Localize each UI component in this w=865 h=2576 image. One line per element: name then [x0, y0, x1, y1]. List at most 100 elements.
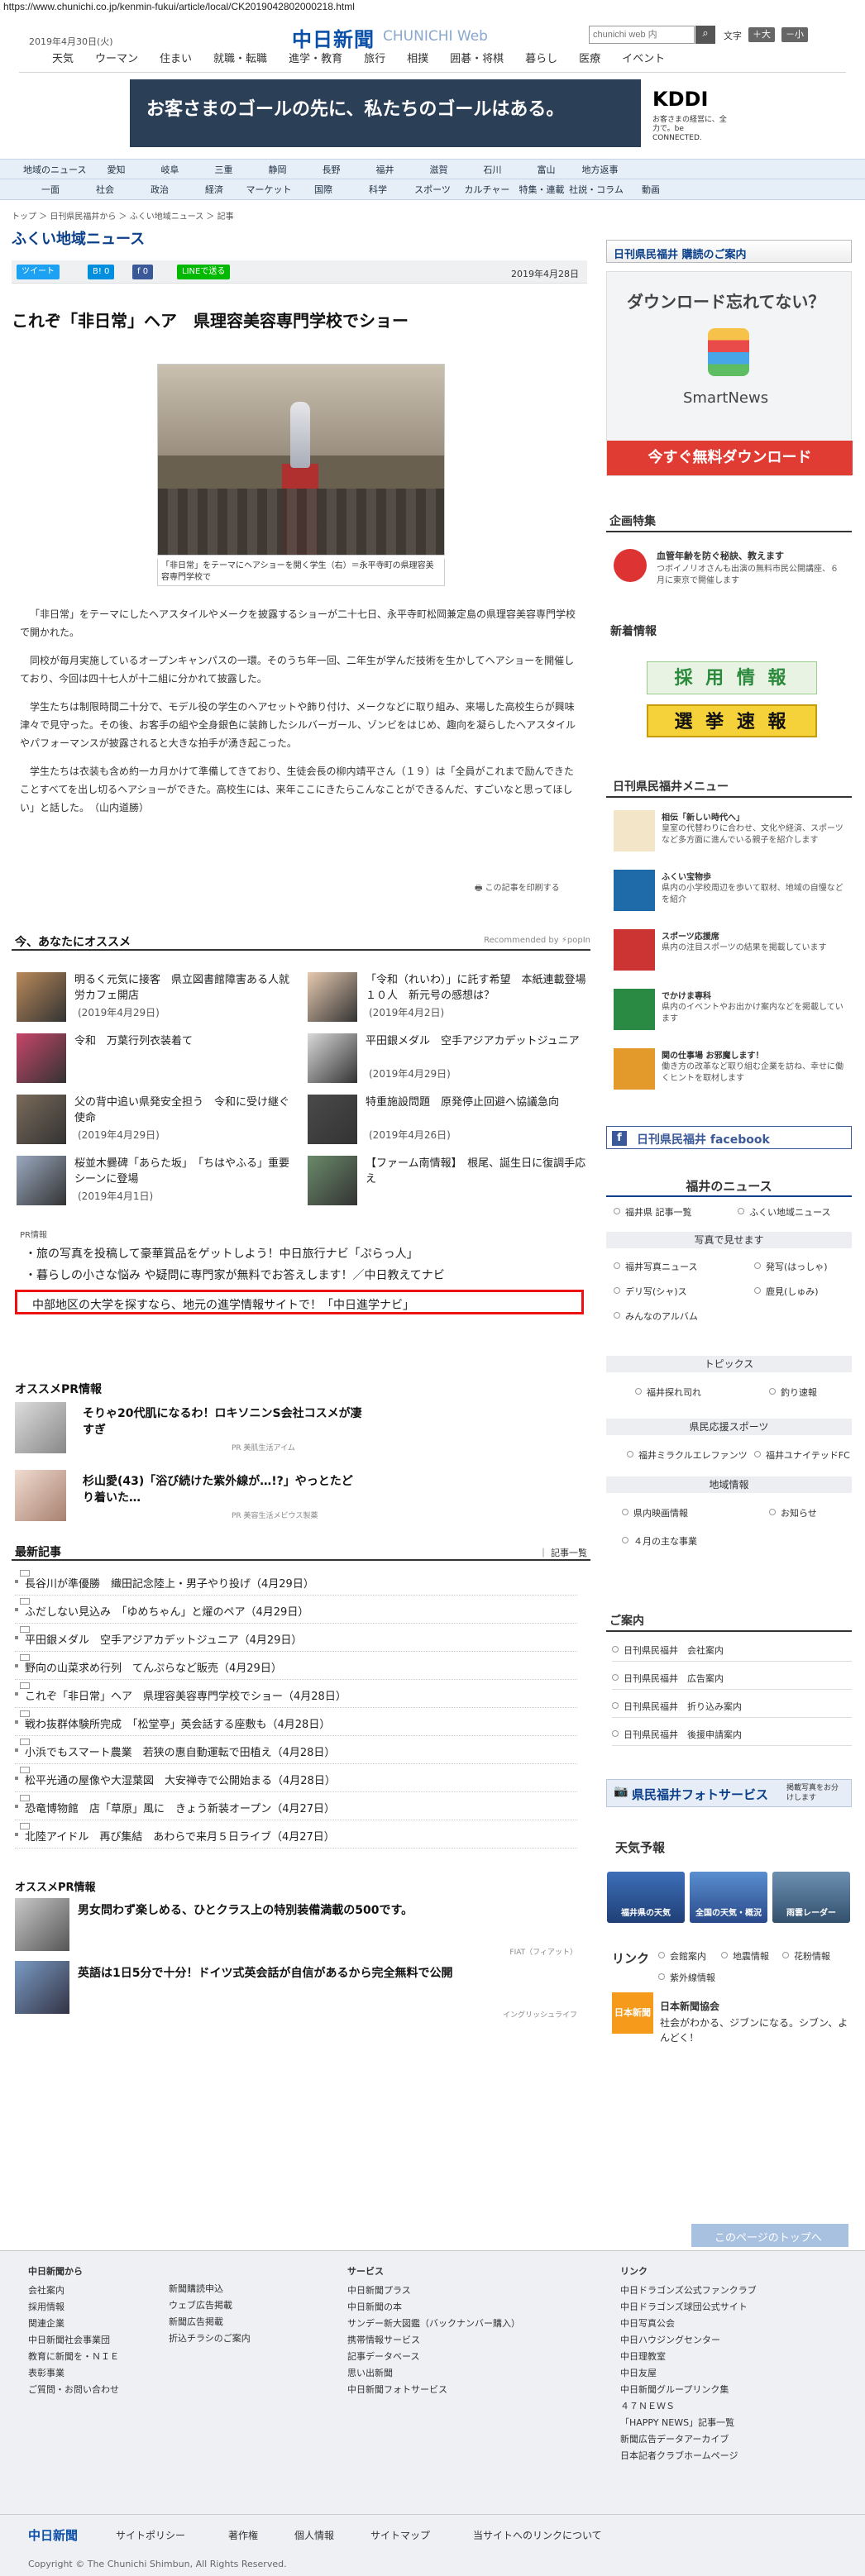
- smartnews-ad[interactable]: ダウンロード忘れてない？ SmartNews 今すぐ無料ダウンロード: [606, 271, 853, 476]
- footer-link[interactable]: 「HAPPY NEWS」記事一覧: [620, 2415, 757, 2431]
- article-list-link[interactable]: ｜ 記事一覧: [539, 1546, 588, 1559]
- menu-item[interactable]: 相伝「新しい時代へ」 皇室の代替わりに合わせ、文化や経済、スポーツなど多方面に進ん…: [614, 810, 849, 860]
- footer-link[interactable]: サンデー新大図鑑（バックナンバー購入）: [347, 2316, 520, 2332]
- site-policy-link[interactable]: サイトポリシー: [116, 2528, 185, 2542]
- info-link[interactable]: 紫外線情報: [658, 1971, 715, 1984]
- top-nav-item[interactable]: ウーマン: [95, 51, 138, 72]
- menu-item[interactable]: スポーツ応援席 県内の注目スポーツの結果を掲載しています: [614, 929, 849, 979]
- category-nav-item[interactable]: 科学: [351, 183, 405, 196]
- local-link[interactable]: ４月の主な事業: [622, 1534, 697, 1548]
- print-link[interactable]: 🖶 この記事を印刷する: [475, 880, 560, 896]
- topics-link[interactable]: 福井探れ司れ: [635, 1386, 701, 1399]
- pr-ad-item[interactable]: 男女問わず楽しめる、ひとクラス上の特別装備満載の500です。 FIAT（フィアッ…: [15, 1898, 585, 1957]
- region-nav-item[interactable]: 福井: [358, 163, 412, 176]
- tweet-button[interactable]: ツイート: [17, 265, 60, 279]
- latest-item[interactable]: 北陸アイドル 再び集結 あわらで来月５日ライブ（4月27日）: [15, 1820, 577, 1849]
- sports-link[interactable]: 福井ミラクルエレファンツ: [627, 1448, 748, 1462]
- national-weather-button[interactable]: 全国の天気・概況: [690, 1872, 767, 1923]
- pressnet-link[interactable]: 日本新聞 日本新聞協会 社会がわかる、ジブンになる。シブン、よんどく！: [612, 1992, 852, 2050]
- menu-item[interactable]: 関の仕事場 お邪魔します！ 働き方の改革など取り組む企業を訪ね、幸せに働くヒントを…: [614, 1048, 849, 1098]
- footer-link[interactable]: 採用情報: [28, 2299, 119, 2316]
- recommend-item[interactable]: 【ファーム南情報】 根尾、誕生日に復調手応え: [308, 1156, 589, 1210]
- footer-link[interactable]: 記事データベース: [347, 2349, 520, 2365]
- copyright-link[interactable]: 著作権: [228, 2528, 258, 2542]
- local-link[interactable]: 県内映画情報: [622, 1506, 688, 1519]
- search-icon[interactable]: ⌕: [695, 26, 715, 44]
- site-search-input[interactable]: [589, 26, 695, 44]
- footer-link[interactable]: 中日友屋: [620, 2365, 757, 2382]
- photo-link[interactable]: 鹿見(しゅみ): [754, 1285, 819, 1298]
- recommend-item[interactable]: 明るく元気に接客 県立図書館障害ある人就労カフェ開店 (2019年4月29日): [17, 972, 298, 1027]
- article-photo[interactable]: [157, 364, 445, 556]
- category-nav-item[interactable]: 社説・コラム: [569, 183, 624, 196]
- local-link[interactable]: お知らせ: [769, 1506, 817, 1519]
- breadcrumb[interactable]: トップ ＞ 日刊県民福井から ＞ ふくい地域ニュース ＞ 記事: [12, 209, 234, 222]
- top-nav-item[interactable]: 相撲: [407, 51, 428, 72]
- photo-link[interactable]: 福井写真ニュース: [614, 1260, 697, 1273]
- recommend-item[interactable]: 平田銀メダル 空手アジアカデットジュニア (2019年4月29日): [308, 1033, 589, 1088]
- rain-radar-button[interactable]: 雨雲レーダー: [772, 1872, 850, 1923]
- photo-link[interactable]: 発写(はっしゃ): [754, 1260, 828, 1273]
- pr-link[interactable]: ・旅の写真を投稿して豪華賞品をゲットしよう！中日旅行ナビ「ぷらっ人」: [25, 1245, 418, 1262]
- top-nav-item[interactable]: 天気: [52, 51, 74, 72]
- footer-link[interactable]: 新聞広告データアーカイブ: [620, 2431, 757, 2448]
- category-nav-item[interactable]: スポーツ: [405, 183, 460, 196]
- region-nav-item[interactable]: 富山: [519, 163, 573, 176]
- facebook-share-button[interactable]: f 0: [132, 265, 154, 279]
- fukui-weather-button[interactable]: 福井県の天気: [607, 1872, 685, 1923]
- sitemap-link[interactable]: サイトマップ: [370, 2528, 430, 2542]
- footer-link[interactable]: 会社案内: [28, 2283, 119, 2299]
- region-nav-item[interactable]: 石川: [466, 163, 519, 176]
- footer-link[interactable]: 中日新聞の本: [347, 2299, 520, 2316]
- region-nav-item[interactable]: 岐阜: [143, 163, 197, 176]
- info-link[interactable]: 花粉情報: [782, 1949, 830, 1963]
- latest-item[interactable]: 長谷川が準優勝 織田記念陸上・男子やり投げ（4月29日）: [15, 1567, 577, 1596]
- category-nav-item[interactable]: カルチャー: [460, 183, 514, 196]
- hatena-button[interactable]: B! 0: [88, 265, 115, 279]
- footer-link[interactable]: ご質問・お問い合わせ: [28, 2382, 119, 2398]
- pr-ad-item[interactable]: そりゃ20代肌になるわ！ロキソニンS会社コスメが凄すぎ PR 美肌生活アイム: [15, 1402, 379, 1455]
- region-nav-item[interactable]: 三重: [197, 163, 251, 176]
- popin-credit[interactable]: Recommended by ⚡popIn: [484, 936, 590, 945]
- footer-link[interactable]: 新聞広告掲載: [169, 2314, 251, 2330]
- latest-item[interactable]: これぞ「非日常」ヘア 県理容美容専門学校でショー（4月28日）: [15, 1680, 577, 1708]
- footer-link[interactable]: 新聞購読申込: [169, 2281, 251, 2297]
- region-nav-item[interactable]: 愛知: [89, 163, 143, 176]
- menu-item[interactable]: でかけま専科 県内のイベントやお出かけ案内などを掲載しています: [614, 989, 849, 1038]
- photo-service-banner[interactable]: 📷 県民福井フォトサービス 掲載写真をお分けします: [606, 1779, 852, 1807]
- latest-item[interactable]: 小浜でもスマート農業 若狭の惠自動運転で田植え（4月28日）: [15, 1736, 577, 1764]
- top-nav-item[interactable]: 旅行: [364, 51, 385, 72]
- sports-link[interactable]: 福井ユナイテッドFC: [754, 1448, 850, 1462]
- goannai-link[interactable]: 日刊県民福井 後援申請案内: [612, 1721, 852, 1746]
- line-share-button[interactable]: LINEで送る: [177, 265, 231, 279]
- goannai-link[interactable]: 日刊県民福井 会社案内: [612, 1637, 852, 1662]
- goannai-link[interactable]: 日刊県民福井 広告案内: [612, 1665, 852, 1690]
- subscribe-link[interactable]: 日刊県民福井 購読のご案内: [606, 240, 852, 263]
- footer-link[interactable]: 日本記者クラブホームページ: [620, 2448, 757, 2464]
- pr-highlight-link[interactable]: 中部地区の大学を探すなら、地元の進学情報サイトで！「中日進学ナビ」: [15, 1290, 584, 1314]
- recommend-item[interactable]: 桜並木爨碑「あらた坂」 「ちはやふる」重要シーンに登場 (2019年4月1日): [17, 1156, 298, 1210]
- category-nav-item[interactable]: 経済: [187, 183, 241, 196]
- top-nav-item[interactable]: イベント: [622, 51, 665, 72]
- top-nav-item[interactable]: 住まい: [160, 51, 192, 72]
- address-bar[interactable]: https://www.chunichi.co.jp/kenmin-fukui/…: [0, 0, 865, 15]
- fukui-news-link[interactable]: 福井県 記事一覧: [614, 1205, 692, 1219]
- recommend-item[interactable]: 令和 万葉行列衣装着て: [17, 1033, 298, 1088]
- top-nav-item[interactable]: 暮らし: [525, 51, 557, 72]
- footer-link[interactable]: 中日理教室: [620, 2349, 757, 2365]
- footer-link[interactable]: 教育に新聞を・ＮＩＥ: [28, 2349, 119, 2365]
- footer-link[interactable]: 関連企業: [28, 2316, 119, 2332]
- latest-item[interactable]: 野向の山菜求め行列 てんぷらなど販売（4月29日）: [15, 1652, 577, 1680]
- font-small-button[interactable]: －小: [781, 27, 808, 42]
- footer-link[interactable]: 中日写真公会: [620, 2316, 757, 2332]
- top-nav-item[interactable]: 進学・教育: [289, 51, 342, 72]
- site-logo[interactable]: 中日新聞: [292, 23, 375, 52]
- top-nav-item[interactable]: 医療: [579, 51, 600, 72]
- footer-link[interactable]: 中日新聞社会事業団: [28, 2332, 119, 2349]
- menu-item[interactable]: ふくい宝物歩 県内の小学校周辺を歩いて取材、地域の自慢などを紹介: [614, 870, 849, 919]
- top-nav-item[interactable]: 就職・転職: [213, 51, 267, 72]
- footer-link[interactable]: 折込チラシのご案内: [169, 2330, 251, 2347]
- footer-link[interactable]: ウェブ広告掲載: [169, 2297, 251, 2314]
- category-nav-item[interactable]: 政治: [132, 183, 187, 196]
- region-nav-item[interactable]: 静岡: [251, 163, 304, 176]
